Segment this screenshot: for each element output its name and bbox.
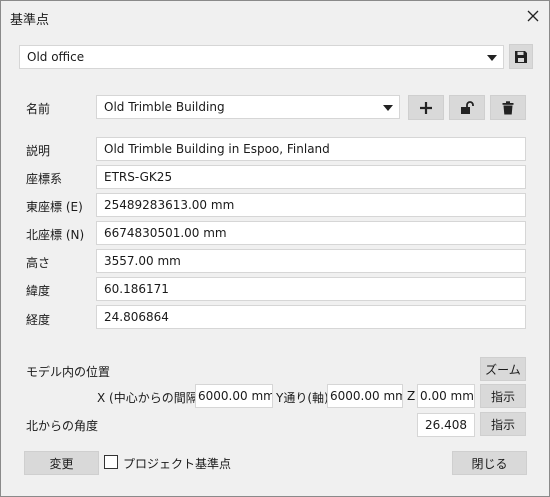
profile-dropdown-value: Old office	[27, 50, 85, 64]
northing-label: 北座標 (N)	[26, 228, 85, 242]
pick-angle-button[interactable]: 指示	[480, 412, 526, 436]
easting-field[interactable]: 25489283613.00 mm	[96, 193, 526, 217]
base-point-dialog: 基準点 Old office 名前 Old Trimble Building 説…	[0, 0, 550, 497]
height-value: 3557.00 mm	[104, 254, 181, 268]
northing-field[interactable]: 6674830501.00 mm	[96, 221, 526, 245]
longitude-label: 経度	[26, 313, 51, 327]
latitude-value: 60.186171	[104, 282, 169, 296]
close-button-label: 閉じる	[471, 456, 508, 471]
y-gridline-field[interactable]: 6000.00 mm	[327, 384, 403, 408]
close-button[interactable]: 閉じる	[452, 451, 527, 475]
pick-angle-button-label: 指示	[490, 417, 515, 432]
latitude-label: 緯度	[26, 284, 51, 298]
name-dropdown[interactable]: Old Trimble Building	[96, 95, 400, 119]
pick-position-button[interactable]: 指示	[480, 384, 526, 408]
change-button-label: 変更	[49, 456, 74, 471]
coordinate-system-field[interactable]: ETRS-GK25	[96, 165, 526, 189]
save-profile-button[interactable]	[509, 44, 533, 69]
height-label: 高さ	[26, 256, 51, 270]
change-button[interactable]: 変更	[24, 451, 99, 475]
x-offset-value: 6000.00 mm	[198, 389, 273, 403]
add-point-button[interactable]	[408, 95, 444, 120]
project-base-point-label: プロジェクト基準点	[123, 457, 232, 471]
y-gridline-label: Y通り(軸)	[276, 391, 329, 405]
coordinate-system-label: 座標系	[26, 172, 63, 186]
close-window-button[interactable]	[519, 3, 547, 29]
description-label: 説明	[26, 144, 51, 158]
chevron-down-icon	[383, 105, 393, 111]
profile-dropdown[interactable]: Old office	[19, 45, 504, 69]
name-label: 名前	[26, 102, 51, 116]
project-base-point-checkbox[interactable]	[104, 455, 118, 469]
northing-value: 6674830501.00 mm	[104, 226, 227, 240]
zoom-button[interactable]: ズーム	[480, 357, 526, 381]
coordinate-system-value: ETRS-GK25	[104, 170, 173, 184]
x-offset-label: X (中心からの間隔)	[97, 391, 203, 405]
z-label: Z	[407, 389, 416, 403]
height-field[interactable]: 3557.00 mm	[96, 249, 526, 273]
angle-from-north-field[interactable]: 26.408	[417, 413, 475, 437]
z-field[interactable]: 0.00 mm	[417, 384, 475, 408]
dialog-title: 基準点	[10, 13, 50, 28]
save-icon	[515, 50, 527, 63]
position-in-model-label: モデル内の位置	[26, 365, 111, 379]
longitude-field[interactable]: 24.806864	[96, 305, 526, 329]
y-gridline-value: 6000.00 mm	[330, 389, 403, 403]
angle-from-north-label: 北からの角度	[26, 419, 99, 433]
title-bar: 基準点	[1, 1, 549, 32]
description-field[interactable]: Old Trimble Building in Espoo, Finland	[96, 137, 526, 161]
delete-point-button[interactable]	[490, 95, 526, 120]
longitude-value: 24.806864	[104, 310, 169, 324]
unlock-button[interactable]	[449, 95, 485, 120]
unlock-icon	[461, 100, 474, 114]
angle-from-north-value: 26.408	[425, 418, 467, 432]
description-value: Old Trimble Building in Espoo, Finland	[104, 142, 330, 156]
z-value: 0.00 mm	[420, 389, 474, 403]
name-dropdown-value: Old Trimble Building	[104, 100, 225, 114]
x-offset-field[interactable]: 6000.00 mm	[195, 384, 273, 408]
chevron-down-icon	[487, 55, 497, 61]
trash-icon	[502, 100, 514, 114]
close-icon	[527, 10, 539, 22]
pick-position-button-label: 指示	[490, 389, 515, 404]
easting-label: 東座標 (E)	[26, 200, 83, 214]
zoom-button-label: ズーム	[485, 362, 521, 377]
latitude-field[interactable]: 60.186171	[96, 277, 526, 301]
easting-value: 25489283613.00 mm	[104, 198, 235, 212]
plus-icon	[420, 101, 432, 114]
